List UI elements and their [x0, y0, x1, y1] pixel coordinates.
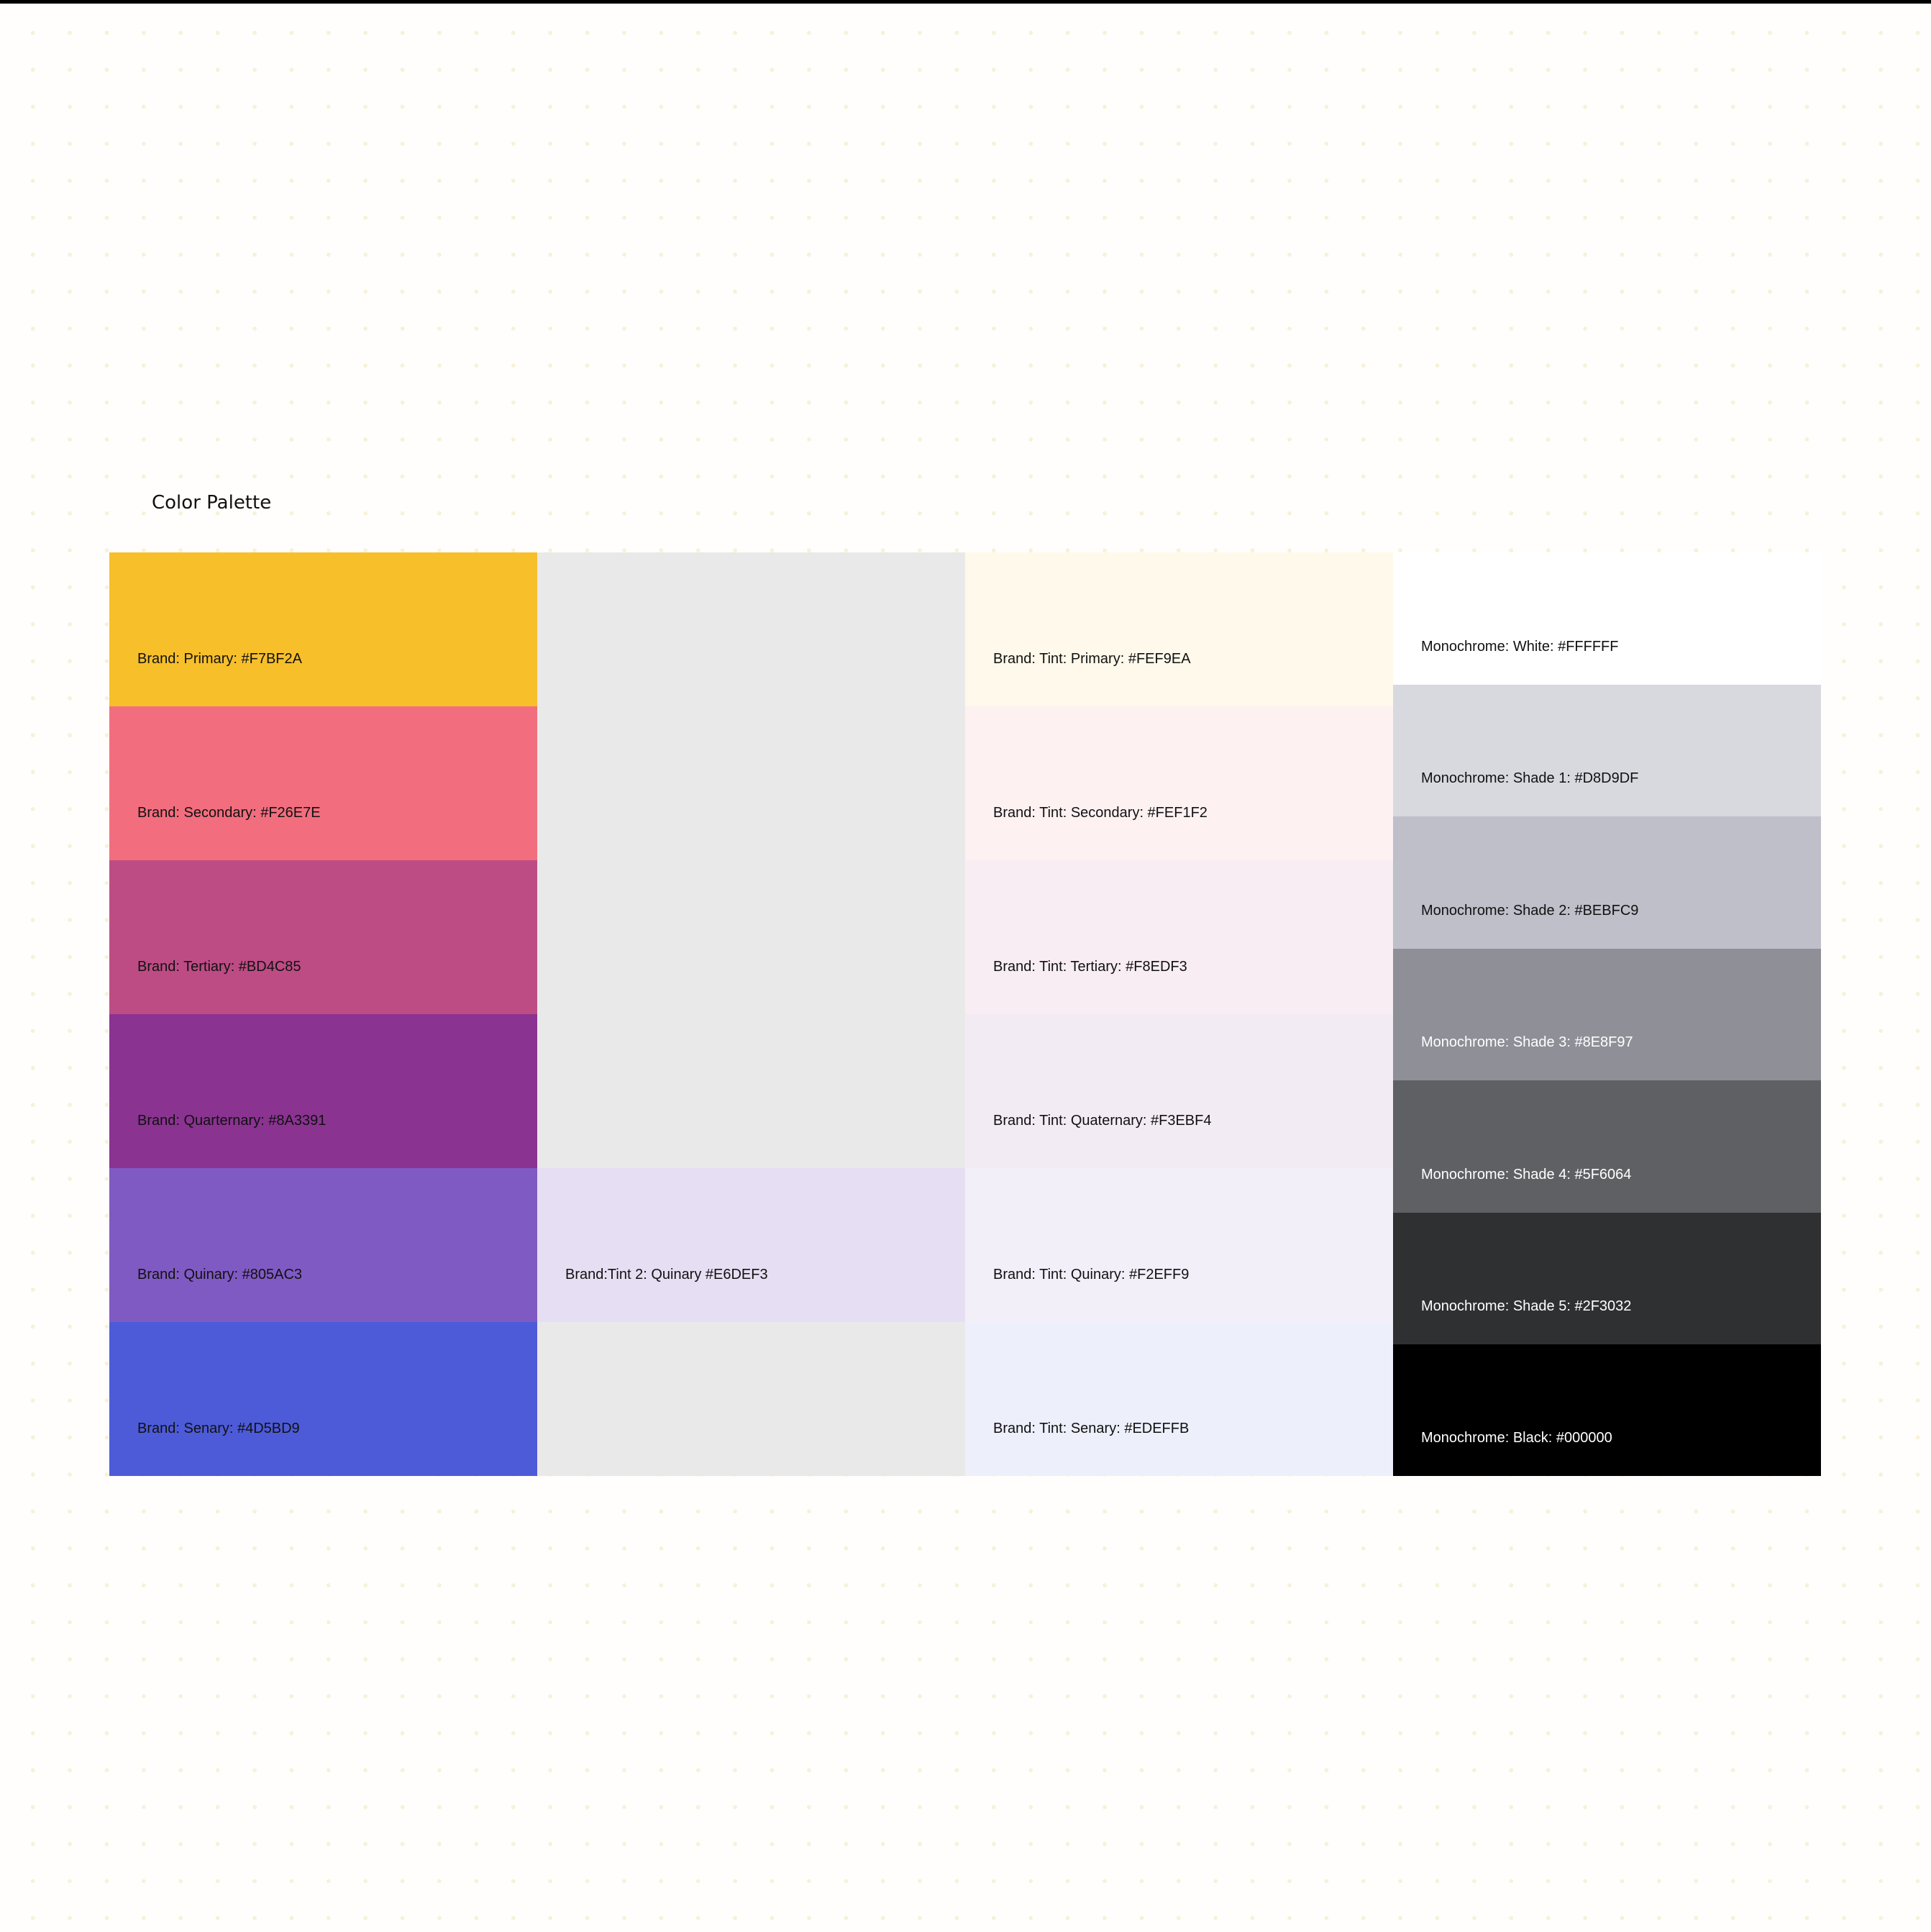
- swatch-empty-placeholder: [537, 1322, 965, 1476]
- swatch-label: Brand: Tint: Primary: #FEF9EA: [993, 651, 1191, 667]
- swatch-tint-primary[interactable]: Brand: Tint: Primary: #FEF9EA: [965, 552, 1393, 706]
- swatch-label: Monochrome: Shade 2: #BEBFC9: [1421, 902, 1639, 919]
- swatch-label: Monochrome: Shade 5: #2F3032: [1421, 1298, 1632, 1314]
- swatch-label: Brand: Tertiary: #BD4C85: [137, 959, 301, 975]
- swatch-label: Brand: Primary: #F7BF2A: [137, 651, 302, 667]
- swatch-brand-secondary[interactable]: Brand: Secondary: #F26E7E: [109, 706, 537, 860]
- monochrome-column: Monochrome: White: #FFFFFF Monochrome: S…: [1393, 552, 1821, 1476]
- swatch-label: Monochrome: White: #FFFFFF: [1421, 638, 1619, 655]
- swatch-tint-quinary[interactable]: Brand: Tint: Quinary: #F2EFF9: [965, 1168, 1393, 1322]
- swatch-label: Brand:Tint 2: Quinary #E6DEF3: [565, 1267, 768, 1282]
- swatch-mono-shade-1[interactable]: Monochrome: Shade 1: #D8D9DF: [1393, 684, 1821, 816]
- swatch-label: Brand: Senary: #4D5BD9: [137, 1421, 300, 1436]
- swatch-mono-black[interactable]: Monochrome: Black: #000000: [1393, 1344, 1821, 1476]
- brand-column: Brand: Primary: #F7BF2A Brand: Secondary…: [109, 552, 537, 1476]
- swatch-tint-quaternary[interactable]: Brand: Tint: Quaternary: #F3EBF4: [965, 1014, 1393, 1168]
- swatch-label: Brand: Quinary: #805AC3: [137, 1267, 303, 1282]
- swatch-mono-shade-2[interactable]: Monochrome: Shade 2: #BEBFC9: [1393, 816, 1821, 949]
- swatch-brand-tertiary[interactable]: Brand: Tertiary: #BD4C85: [109, 860, 537, 1014]
- color-palette: Brand: Primary: #F7BF2A Brand: Secondary…: [109, 552, 1821, 1476]
- swatch-label: Brand: Tint: Tertiary: #F8EDF3: [993, 959, 1187, 975]
- swatch-brand-quaternary[interactable]: Brand: Quarternary: #8A3391: [109, 1014, 537, 1168]
- tint2-column: Brand:Tint 2: Quinary #E6DEF3: [537, 552, 965, 1476]
- swatch-label: Monochrome: Black: #000000: [1421, 1430, 1612, 1446]
- swatch-label: Brand: Tint: Quinary: #F2EFF9: [993, 1267, 1190, 1282]
- swatch-brand-primary[interactable]: Brand: Primary: #F7BF2A: [109, 552, 537, 706]
- swatch-empty-placeholder: [537, 552, 965, 1168]
- swatch-label: Monochrome: Shade 1: #D8D9DF: [1421, 770, 1639, 786]
- swatch-label: Brand: Quarternary: #8A3391: [137, 1113, 327, 1129]
- swatch-mono-shade-3[interactable]: Monochrome: Shade 3: #8E8F97: [1393, 948, 1821, 1080]
- swatch-tint-tertiary[interactable]: Brand: Tint: Tertiary: #F8EDF3: [965, 860, 1393, 1014]
- swatch-label: Monochrome: Shade 3: #8E8F97: [1421, 1034, 1633, 1050]
- page-title: Color Palette: [152, 492, 272, 514]
- swatch-brand-quinary[interactable]: Brand: Quinary: #805AC3: [109, 1168, 537, 1322]
- swatch-label: Brand: Tint: Senary: #EDEFFB: [993, 1421, 1190, 1436]
- swatch-label: Monochrome: Shade 4: #5F6064: [1421, 1166, 1632, 1183]
- swatch-brand-senary[interactable]: Brand: Senary: #4D5BD9: [109, 1322, 537, 1476]
- swatch-label: Brand: Tint: Quaternary: #F3EBF4: [993, 1113, 1212, 1129]
- swatch-tint2-quinary[interactable]: Brand:Tint 2: Quinary #E6DEF3: [537, 1168, 965, 1322]
- tint-column: Brand: Tint: Primary: #FEF9EA Brand: Tin…: [965, 552, 1393, 1476]
- top-border: [0, 0, 1931, 4]
- swatch-mono-white[interactable]: Monochrome: White: #FFFFFF: [1393, 552, 1821, 685]
- swatch-label: Brand: Tint: Secondary: #FEF1F2: [993, 805, 1208, 821]
- swatch-mono-shade-5[interactable]: Monochrome: Shade 5: #2F3032: [1393, 1212, 1821, 1344]
- swatch-mono-shade-4[interactable]: Monochrome: Shade 4: #5F6064: [1393, 1080, 1821, 1213]
- swatch-label: Brand: Secondary: #F26E7E: [137, 805, 321, 821]
- swatch-tint-secondary[interactable]: Brand: Tint: Secondary: #FEF1F2: [965, 706, 1393, 860]
- swatch-tint-senary[interactable]: Brand: Tint: Senary: #EDEFFB: [965, 1322, 1393, 1476]
